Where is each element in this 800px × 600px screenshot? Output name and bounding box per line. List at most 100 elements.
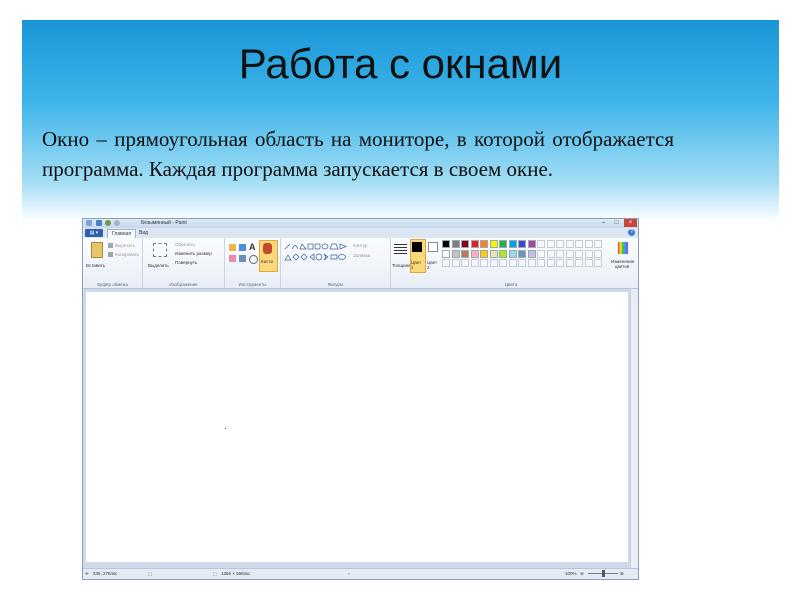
magnifier-icon[interactable] (249, 255, 258, 264)
palette-swatch[interactable] (527, 240, 536, 248)
palette-custom-slot[interactable] (594, 259, 602, 267)
palette-custom-slot[interactable] (594, 249, 602, 258)
palette-swatch[interactable] (480, 240, 488, 248)
palette-swatch[interactable] (451, 259, 460, 267)
file-size-icon: ▫ (348, 571, 350, 576)
shapes-gallery-icon[interactable] (284, 242, 350, 266)
size-icon[interactable] (394, 244, 407, 256)
crop-button[interactable]: Обрезать (175, 242, 195, 247)
zoom-in-icon[interactable]: ⊕ (620, 571, 624, 577)
minimize-icon[interactable]: – (597, 219, 610, 227)
palette-swatch[interactable] (518, 240, 526, 248)
fill-icon[interactable] (239, 244, 246, 251)
palette-swatch[interactable] (489, 240, 498, 248)
outline-button[interactable]: Контур (353, 243, 367, 248)
select-button[interactable]: Выделить (148, 263, 169, 268)
palette-swatch[interactable] (518, 249, 526, 258)
eraser-icon[interactable] (229, 255, 236, 262)
palette-custom-slot[interactable] (575, 249, 583, 258)
close-icon[interactable]: × (624, 219, 637, 227)
copy-button[interactable]: Копировать (115, 252, 139, 257)
palette-swatch[interactable] (442, 249, 450, 258)
edit-colors-button[interactable]: Изменение цветов (611, 259, 634, 269)
palette-custom-slot[interactable] (546, 259, 555, 267)
palette-custom-slot[interactable] (575, 240, 583, 248)
help-icon[interactable]: ? (628, 229, 635, 236)
paste-icon[interactable] (91, 242, 103, 258)
palette-swatch[interactable] (451, 240, 460, 248)
palette-custom-slot[interactable] (594, 240, 602, 248)
palette-swatch[interactable] (489, 259, 498, 267)
palette-custom-slot[interactable] (584, 249, 593, 258)
palette-swatch[interactable] (480, 249, 488, 258)
paint-window: Безымянный - Paint – □ × ▤ ▾ Главная Вид… (82, 218, 639, 580)
redo-icon[interactable] (114, 220, 120, 226)
cut-button[interactable]: Вырезать (115, 243, 135, 248)
color1-label: Цвет 1 (411, 260, 422, 270)
palette-swatch[interactable] (508, 259, 517, 267)
color-picker-icon[interactable] (239, 255, 246, 262)
drawing-canvas[interactable] (86, 292, 628, 562)
palette-custom-slot[interactable] (537, 249, 545, 258)
palette-swatch[interactable] (470, 249, 479, 258)
palette-swatch[interactable] (470, 240, 479, 248)
color1-swatch[interactable] (412, 242, 422, 252)
resize-button[interactable]: Изменить размер (175, 251, 212, 256)
zoom-slider-thumb[interactable] (602, 570, 605, 577)
palette-swatch[interactable] (480, 259, 488, 267)
palette-swatch[interactable] (508, 240, 517, 248)
title-bar: Безымянный - Paint – □ × (83, 219, 638, 228)
palette-swatch[interactable] (489, 249, 498, 258)
palette-custom-slot[interactable] (575, 259, 583, 267)
brush-icon[interactable] (263, 243, 272, 254)
palette-custom-slot[interactable] (584, 240, 593, 248)
file-menu-button[interactable]: ▤ ▾ (85, 229, 103, 237)
save-icon[interactable] (96, 220, 102, 226)
palette-custom-slot[interactable] (565, 259, 574, 267)
palette-custom-slot[interactable] (565, 240, 574, 248)
palette-custom-slot[interactable] (584, 259, 593, 267)
palette-custom-slot[interactable] (556, 240, 564, 248)
palette-custom-slot[interactable] (537, 240, 545, 248)
palette-custom-slot[interactable] (537, 259, 545, 267)
palette-custom-slot[interactable] (546, 240, 555, 248)
palette-custom-slot[interactable] (556, 259, 564, 267)
undo-icon[interactable] (105, 220, 111, 226)
fill-button[interactable]: Заливка (353, 253, 370, 258)
maximize-icon[interactable]: □ (610, 219, 623, 227)
cursor-position: 335, 276пкс (93, 571, 118, 576)
palette-swatch[interactable] (470, 259, 479, 267)
tab-home[interactable]: Главная (107, 229, 137, 238)
tab-view[interactable]: Вид (135, 229, 152, 238)
palette-swatch[interactable] (461, 259, 469, 267)
palette-swatch[interactable] (499, 249, 507, 258)
brushes-button[interactable]: Кисти (261, 259, 273, 264)
rotate-button[interactable]: Повернуть (175, 260, 197, 265)
palette-swatch[interactable] (461, 249, 469, 258)
color2-swatch[interactable] (428, 242, 438, 252)
zoom-out-icon[interactable]: ⊖ (580, 571, 584, 577)
vertical-scrollbar[interactable] (630, 289, 638, 571)
cut-icon[interactable] (108, 243, 113, 248)
group-shapes: Контур Заливка Фигуры (281, 238, 391, 288)
text-icon[interactable]: A (249, 242, 256, 252)
copy-icon[interactable] (108, 252, 113, 257)
paste-button[interactable]: Вставить (86, 263, 105, 268)
palette-swatch[interactable] (461, 240, 469, 248)
edit-colors-icon[interactable] (618, 242, 628, 254)
size-button[interactable]: Толщина (392, 263, 411, 268)
palette-swatch[interactable] (499, 259, 507, 267)
palette-custom-slot[interactable] (565, 249, 574, 258)
palette-swatch[interactable] (527, 259, 536, 267)
pencil-icon[interactable] (229, 244, 236, 251)
palette-swatch[interactable] (527, 249, 536, 258)
palette-custom-slot[interactable] (546, 249, 555, 258)
palette-swatch[interactable] (442, 240, 450, 248)
select-icon[interactable] (153, 243, 167, 257)
palette-swatch[interactable] (499, 240, 507, 248)
palette-swatch[interactable] (518, 259, 526, 267)
palette-swatch[interactable] (451, 249, 460, 258)
palette-custom-slot[interactable] (556, 249, 564, 258)
palette-swatch[interactable] (442, 259, 450, 267)
palette-swatch[interactable] (508, 249, 517, 258)
